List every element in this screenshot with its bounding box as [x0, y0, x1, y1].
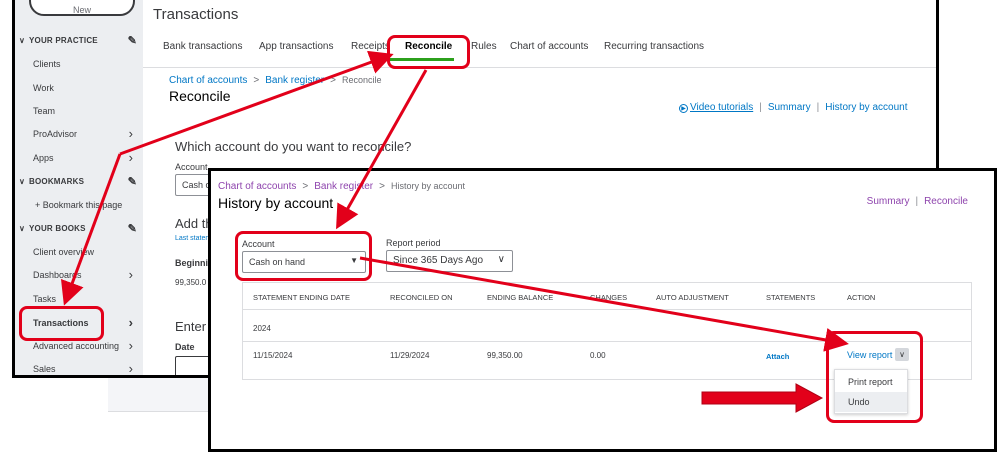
history-by-account-link[interactable]: History by account	[825, 102, 907, 113]
sidebar-item-client-overview[interactable]: Client overview	[33, 247, 137, 263]
sidebar-item-bookmark-this-page[interactable]: + Bookmark this page	[35, 200, 139, 216]
sidebar-item-work[interactable]: Work	[33, 83, 137, 99]
play-icon: ▶	[679, 104, 688, 113]
report-period-label: Report period	[386, 238, 441, 248]
summary-link[interactable]: Summary	[867, 196, 910, 207]
reconcile-links: ▶ Video tutorials | Summary | History by acco…	[679, 102, 907, 113]
pencil-icon[interactable]: ✎	[128, 175, 137, 188]
sidebar-item-advanced-accounting[interactable]: Advanced accounting ›	[33, 338, 137, 357]
chevron-right-icon: ›	[128, 361, 133, 375]
column-header: ACTION	[847, 293, 876, 302]
sidebar-item-sales[interactable]: Sales ›	[33, 361, 137, 375]
last-statement-link[interactable]: Last statem	[175, 235, 211, 242]
column-header: ENDING BALANCE	[487, 293, 554, 302]
column-header: AUTO ADJUSTMENT	[656, 293, 729, 302]
page-title: History by account	[218, 195, 334, 211]
highlight-account-select	[235, 231, 372, 281]
pencil-icon[interactable]: ✎	[128, 222, 137, 235]
tab-chart-of-accounts[interactable]: Chart of accounts	[510, 41, 588, 52]
breadcrumb-bank-register[interactable]: Bank register	[265, 75, 324, 86]
plus-icon: +	[35, 200, 43, 210]
tabs-divider	[143, 67, 936, 68]
summary-link[interactable]: Summary	[768, 102, 811, 113]
highlight-transactions	[19, 306, 104, 341]
breadcrumb-current: History by account	[390, 181, 466, 191]
changes: 0.00	[590, 351, 606, 360]
tab-recurring-transactions[interactable]: Recurring transactions	[604, 41, 704, 52]
sidebar-section-your-practice[interactable]: ∨ YOUR PRACTICE ✎	[19, 34, 137, 50]
add-statement-heading: Add th	[175, 216, 213, 231]
chevron-down-icon: ∨	[497, 254, 505, 265]
report-period-select[interactable]: Since 365 Days Ago ∨	[386, 250, 513, 272]
group-label: 2024	[253, 324, 271, 333]
history-links: Summary | Reconcile	[866, 196, 968, 207]
reconcile-question: Which account do you want to reconcile?	[175, 139, 412, 154]
date-label: Date	[175, 342, 195, 352]
sidebar-item-clients[interactable]: Clients	[33, 59, 137, 75]
breadcrumb: Chart of accounts > Bank register > Reconcil…	[169, 75, 382, 86]
breadcrumb-current: Reconcile	[341, 75, 382, 85]
chevron-right-icon: ›	[128, 150, 133, 165]
ending-balance: 99,350.00	[487, 351, 523, 360]
breadcrumb-bank-register[interactable]: Bank register	[314, 181, 373, 192]
breadcrumb-chart-of-accounts[interactable]: Chart of accounts	[169, 75, 247, 86]
reconcile-link[interactable]: Reconcile	[924, 196, 968, 207]
background-page-strip	[108, 378, 208, 412]
statement-ending-date: 11/15/2024	[253, 351, 293, 360]
beginning-balance-value: 99,350.0	[175, 278, 207, 287]
reconcile-heading: Reconcile	[169, 88, 231, 104]
sidebar-item-dashboards[interactable]: Dashboards ›	[33, 267, 137, 286]
tab-receipts[interactable]: Receipts	[351, 41, 390, 52]
sidebar-item-team[interactable]: Team	[33, 106, 137, 122]
attach-link[interactable]: Attach	[766, 352, 789, 361]
highlight-reconcile-tab	[387, 35, 470, 69]
chevron-down-icon: ∨	[19, 224, 26, 233]
reconciled-on: 11/29/2024	[390, 351, 430, 360]
chevron-right-icon: ›	[128, 338, 133, 353]
column-header: RECONCILED ON	[390, 293, 453, 302]
page-title: Transactions	[153, 6, 239, 23]
pencil-icon[interactable]: ✎	[128, 34, 137, 47]
breadcrumb-chart-of-accounts[interactable]: Chart of accounts	[218, 181, 296, 192]
tab-app-transactions[interactable]: App transactions	[259, 41, 334, 52]
chevron-right-icon: ›	[128, 126, 133, 141]
sidebar-section-bookmarks[interactable]: ∨ BOOKMARKS ✎	[19, 175, 137, 191]
chevron-right-icon: ›	[128, 315, 133, 330]
column-header: STATEMENT ENDING DATE	[253, 293, 350, 302]
chevron-down-icon: ∨	[19, 36, 26, 45]
sidebar-item-apps[interactable]: Apps ›	[33, 150, 137, 169]
chevron-down-icon: ∨	[19, 177, 26, 186]
sidebar-item-proadvisor[interactable]: ProAdvisor ›	[33, 126, 137, 145]
column-header: CHANGES	[590, 293, 628, 302]
new-button[interactable]: New	[29, 0, 135, 16]
highlight-action-dropdown	[826, 331, 923, 423]
chevron-right-icon: ›	[128, 267, 133, 282]
account-label: Account	[175, 162, 208, 172]
sidebar-section-your-books[interactable]: ∨ YOUR BOOKS ✎	[19, 222, 137, 238]
tab-bank-transactions[interactable]: Bank transactions	[163, 41, 243, 52]
column-header: STATEMENTS	[766, 293, 816, 302]
video-tutorials-link[interactable]: Video tutorials	[690, 102, 753, 113]
breadcrumb: Chart of accounts > Bank register > History …	[218, 181, 466, 192]
tab-rules[interactable]: Rules	[471, 41, 497, 52]
